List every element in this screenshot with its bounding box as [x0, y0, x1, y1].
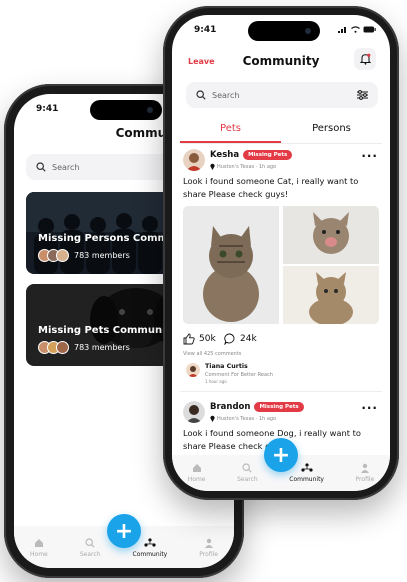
like-count: 50k — [199, 334, 216, 344]
like-button[interactable]: 50k — [183, 333, 216, 345]
post-photo-main[interactable] — [183, 206, 279, 324]
signal-icon — [338, 27, 346, 33]
home-icon — [192, 464, 201, 472]
thumbs-up-icon — [183, 333, 195, 345]
post-meta: Huston's Texas · 1h ago — [210, 415, 276, 422]
divider — [180, 391, 382, 392]
nav-community[interactable]: Community — [289, 463, 324, 483]
post-header: Brandon Missing Pets — [210, 402, 304, 412]
more-options-icon[interactable]: ··· — [361, 149, 378, 163]
tab-persons[interactable]: Persons — [281, 115, 382, 143]
tabs: Pets Persons — [180, 115, 382, 144]
avatar[interactable] — [183, 149, 205, 171]
search-placeholder: Search — [212, 90, 240, 100]
search-placeholder: Search — [52, 162, 80, 172]
member-info: 783 members — [38, 249, 130, 262]
view-all-comments-link[interactable]: View all 425 comments — [183, 351, 241, 357]
comment-time: 1 hour ago — [205, 379, 227, 384]
dynamic-island — [90, 100, 162, 120]
community-title: Missing Pets Community — [38, 325, 177, 336]
create-post-button[interactable]: + — [264, 438, 298, 472]
post-photo-bottom[interactable] — [283, 266, 379, 324]
community-icon — [144, 538, 156, 547]
commenter-avatar[interactable] — [186, 363, 200, 377]
front-screen: 9:41 Leave Community Search Pets Persons… — [172, 15, 390, 491]
search-icon — [242, 463, 252, 473]
nav-profile[interactable]: Profile — [199, 538, 218, 558]
member-count: 783 members — [74, 251, 130, 260]
post-text: Look i found someone Cat, i really want … — [183, 176, 359, 199]
search-icon — [85, 538, 95, 548]
author-name[interactable]: Kesha — [210, 150, 239, 160]
home-icon — [34, 539, 43, 547]
post-card: Kesha Missing Pets Huston's Texas · 1h a… — [172, 147, 390, 397]
comment-icon — [224, 333, 235, 345]
nav-home[interactable]: Home — [188, 463, 206, 483]
member-info: 783 members — [38, 341, 130, 354]
search-icon — [196, 90, 206, 100]
notification-button[interactable] — [354, 48, 376, 70]
status-icons — [338, 26, 376, 33]
commenter-name: Tiana Curtis — [205, 363, 248, 370]
nav-search[interactable]: Search — [80, 538, 100, 558]
post-meta: Huston's Texas · 1h ago — [210, 163, 276, 170]
status-badge: Missing Pets — [243, 150, 293, 160]
comment-button[interactable]: 24k — [224, 333, 257, 345]
location-pin-icon — [210, 163, 215, 170]
member-avatars — [38, 341, 69, 354]
filter-icon[interactable] — [357, 90, 368, 100]
bell-icon — [359, 53, 371, 65]
tab-pets[interactable]: Pets — [180, 115, 281, 143]
status-badge: Missing Pets — [254, 402, 304, 412]
nav-profile[interactable]: Profile — [356, 463, 374, 483]
avatar[interactable] — [183, 401, 205, 423]
more-options-icon[interactable]: ··· — [361, 401, 378, 415]
nav-search[interactable]: Search — [237, 463, 258, 483]
profile-icon — [360, 463, 369, 473]
profile-icon — [204, 538, 213, 548]
front-phone: 9:41 Leave Community Search Pets Persons… — [163, 6, 399, 500]
dynamic-island — [248, 21, 320, 41]
post-header: Kesha Missing Pets — [210, 150, 293, 160]
status-time: 9:41 — [36, 104, 59, 114]
search-input[interactable]: Search — [186, 82, 378, 108]
create-post-button[interactable]: + — [107, 514, 141, 548]
member-count: 783 members — [74, 343, 130, 352]
post-photo-top[interactable] — [283, 206, 379, 264]
nav-home[interactable]: Home — [30, 538, 48, 558]
status-time: 9:41 — [194, 25, 217, 35]
member-avatars — [38, 249, 69, 262]
community-icon — [301, 463, 313, 472]
author-name[interactable]: Brandon — [210, 402, 250, 412]
battery-icon — [363, 26, 376, 33]
comment-text: Comment For Better Reach — [205, 372, 273, 378]
search-icon — [36, 162, 46, 172]
location-pin-icon — [210, 415, 215, 422]
comment-count: 24k — [240, 334, 257, 344]
wifi-icon — [351, 26, 360, 33]
